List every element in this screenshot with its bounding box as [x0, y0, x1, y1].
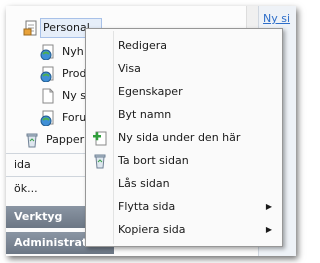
cms-page-tree-window: Personal Nyh Prod Ny s Foru Papper ida ö…: [6, 6, 296, 256]
tree-item-label: Ny s: [62, 89, 86, 102]
tree-item-label: Personal: [43, 21, 90, 34]
tree-item-prod[interactable]: Prod: [40, 64, 90, 84]
menu-item-properties[interactable]: Egenskaper: [86, 81, 282, 103]
menu-item-new-subpage[interactable]: Ny sida under den här: [86, 127, 282, 149]
menu-item-lock-page[interactable]: Lås sidan: [86, 173, 282, 195]
menu-item-delete-page[interactable]: Ta bort sidan: [86, 150, 282, 172]
tree-item-label: Foru: [62, 111, 87, 124]
menu-item-label: Redigera: [118, 39, 167, 52]
tree-item-label: Papper: [46, 133, 85, 146]
menu-item-view[interactable]: Visa: [86, 58, 282, 80]
tree-item-ny-s[interactable]: Ny s: [40, 86, 90, 106]
globe-page-icon: [40, 110, 54, 126]
context-menu: Redigera Visa Egenskaper Byt namn Ny sid…: [85, 28, 283, 247]
new-page-link[interactable]: Ny si: [263, 12, 290, 25]
blank-page-icon: [42, 88, 54, 104]
submenu-arrow-icon: ▶: [265, 202, 272, 211]
menu-item-edit[interactable]: Redigera: [86, 35, 282, 57]
recycle-bin-icon: [26, 133, 38, 148]
tree-item-nyh[interactable]: Nyh: [40, 42, 90, 62]
menu-item-rename[interactable]: Byt namn: [86, 104, 282, 126]
menu-item-move-page[interactable]: Flytta sida ▶: [86, 196, 282, 218]
section-label: Verktyg: [14, 210, 63, 223]
submenu-arrow-icon: ▶: [265, 225, 272, 234]
menu-item-label: Kopiera sida: [118, 223, 186, 236]
menu-item-label: Byt namn: [118, 108, 172, 121]
tree-item-foru[interactable]: Foru: [40, 108, 90, 128]
menu-item-label: Flytta sida: [118, 200, 176, 213]
menu-item-label: Egenskaper: [118, 85, 183, 98]
menu-item-copy-page[interactable]: Kopiera sida ▶: [86, 219, 282, 241]
menu-item-label: Ny sida under den här: [118, 131, 241, 144]
globe-page-icon: [40, 66, 54, 82]
menu-item-label: Visa: [118, 62, 141, 75]
page-icon: [23, 20, 37, 36]
sidebar-search-link[interactable]: ök...: [14, 182, 38, 195]
globe-page-icon: [40, 44, 54, 60]
recycle-bin-icon: [94, 154, 106, 169]
new-page-icon: [93, 131, 107, 146]
menu-item-label: Lås sidan: [118, 177, 170, 190]
menu-item-label: Ta bort sidan: [118, 154, 189, 167]
tree-item-recycle-bin[interactable]: Papper: [24, 130, 94, 150]
tree-item-label: Prod: [62, 67, 87, 80]
sidebar-partial-label: ida: [14, 158, 31, 171]
tree-item-label: Nyh: [62, 45, 84, 58]
